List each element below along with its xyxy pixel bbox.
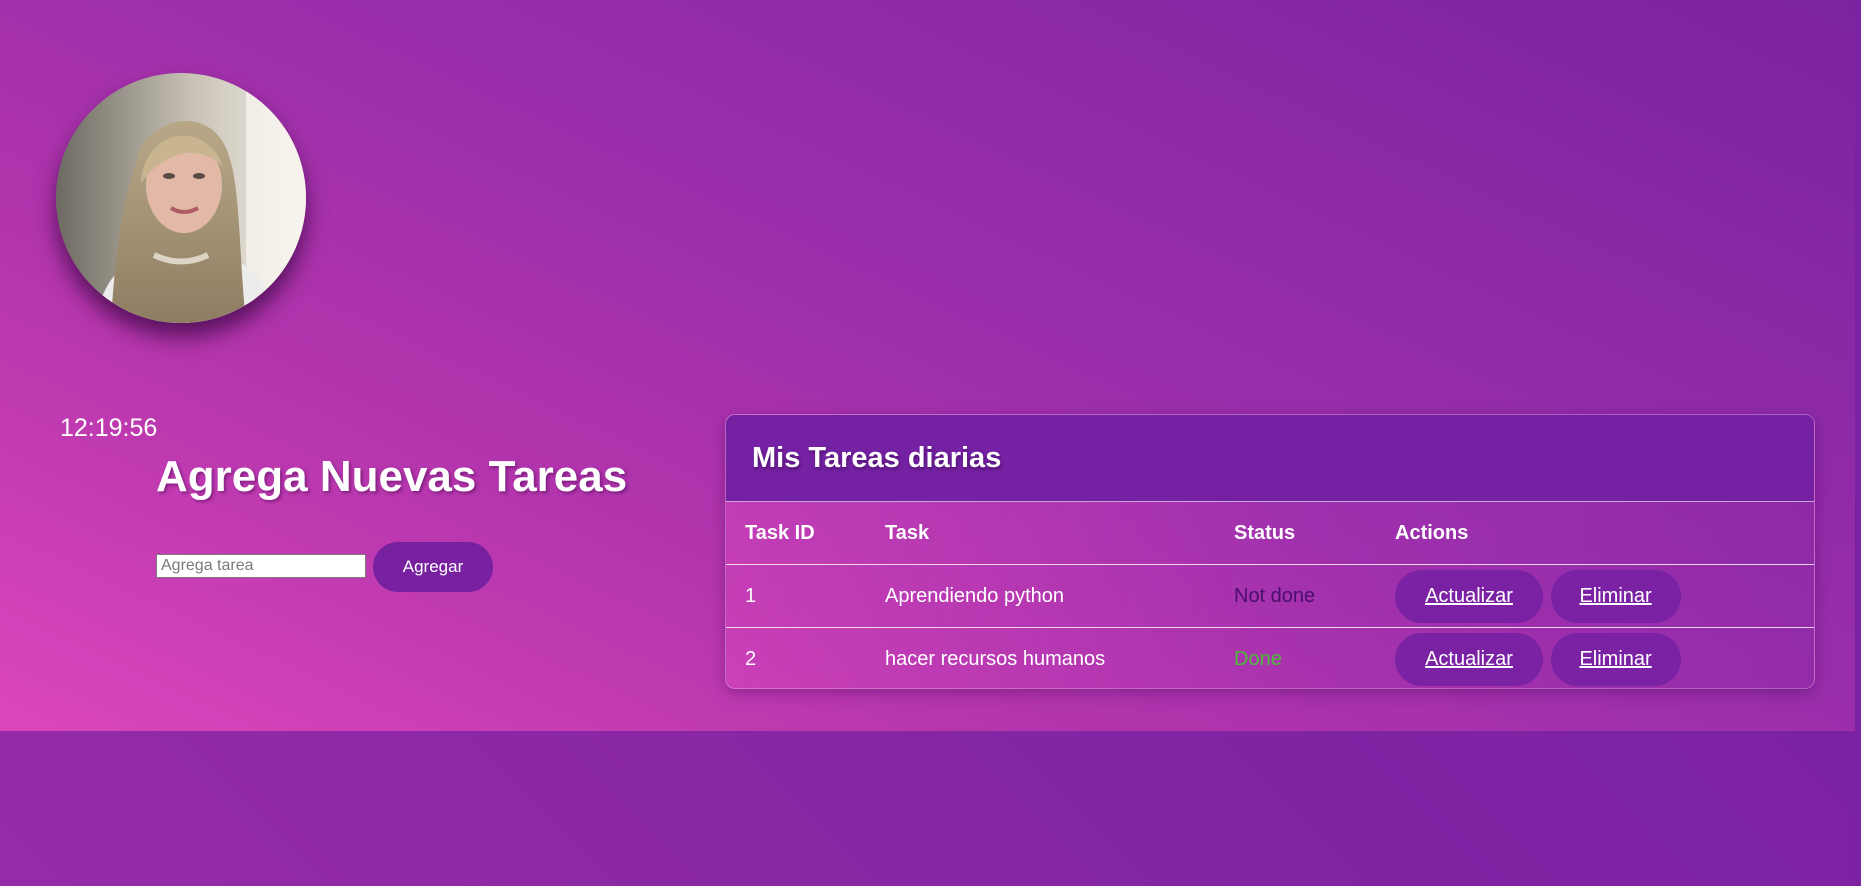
tasks-card-header: Mis Tareas diarias	[726, 415, 1814, 502]
profile-photo-icon	[56, 73, 306, 323]
status-cell: Not done	[1215, 564, 1376, 628]
tasks-table: Task ID Task Status Actions 1 Aprendiend…	[726, 502, 1814, 688]
add-task-button[interactable]: Agregar	[373, 542, 493, 592]
form-title: Agrega Nuevas Tareas	[156, 452, 628, 501]
update-button[interactable]: Actualizar	[1395, 632, 1543, 686]
column-header-status: Status	[1215, 502, 1376, 565]
column-header-task-id: Task ID	[726, 502, 866, 565]
status-cell: Done	[1215, 627, 1376, 688]
actions-cell: Actualizar Eliminar	[1376, 564, 1814, 628]
scrollbar[interactable]	[1855, 0, 1861, 886]
tasks-card: Mis Tareas diarias Task ID Task Status A…	[725, 414, 1815, 689]
tasks-card-title: Mis Tareas diarias	[752, 441, 1002, 474]
avatar	[56, 73, 306, 323]
column-header-task: Task	[866, 502, 1215, 565]
table-header-row: Task ID Task Status Actions	[726, 502, 1814, 565]
task-id-cell: 1	[726, 564, 866, 628]
task-name-cell: hacer recursos humanos	[866, 627, 1215, 688]
clock: 12:19:56	[60, 414, 158, 442]
column-header-actions: Actions	[1376, 502, 1814, 565]
delete-button[interactable]: Eliminar	[1550, 569, 1681, 623]
table-row: 1 Aprendiendo python Not done Actualizar…	[726, 564, 1814, 628]
update-button[interactable]: Actualizar	[1395, 569, 1543, 623]
table-row: 2 hacer recursos humanos Done Actualizar…	[726, 627, 1814, 688]
delete-button[interactable]: Eliminar	[1550, 632, 1681, 686]
task-id-cell: 2	[726, 627, 866, 688]
task-input[interactable]	[156, 554, 366, 578]
actions-cell: Actualizar Eliminar	[1376, 627, 1814, 688]
task-name-cell: Aprendiendo python	[866, 564, 1215, 628]
